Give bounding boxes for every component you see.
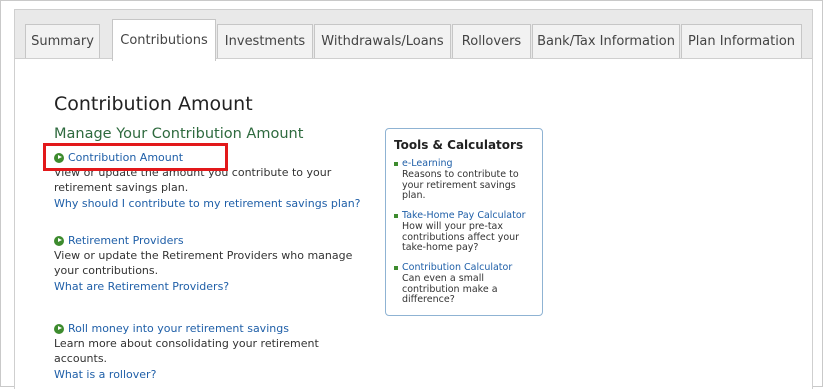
retirement-providers-link[interactable]: Retirement Providers [68,233,184,248]
app-frame: Summary Contributions Investments Withdr… [0,0,823,389]
arrow-bullet-icon [54,235,64,246]
tab-investments[interactable]: Investments [217,24,313,58]
rollover-description: Learn more about consolidating your reti… [54,337,319,366]
page-title: Contribution Amount [54,93,253,115]
e-learning-link[interactable]: e-Learning [402,158,453,169]
bullet-square-icon [394,161,398,166]
tab-bank-tax-information[interactable]: Bank/Tax Information [532,24,680,58]
roll-money-link[interactable]: Roll money into your retirement savings [68,321,289,336]
tools-title: Tools & Calculators [394,138,524,152]
tool-item: Contribution Calculator Can even a small… [394,262,538,306]
tab-bar: Summary Contributions Investments Withdr… [14,9,813,61]
tab-plan-information[interactable]: Plan Information [681,24,802,58]
tab-rollovers[interactable]: Rollovers [452,24,531,58]
retirement-providers-section: Retirement Providers View or update the … [54,233,354,294]
tab-contributions[interactable]: Contributions [112,19,216,61]
what-are-providers-link[interactable]: What are Retirement Providers? [54,279,354,294]
highlight-box [43,143,228,171]
take-home-pay-calculator-link[interactable]: Take-Home Pay Calculator [402,210,526,221]
tool-description: How will your pre-tax contributions affe… [402,220,520,254]
tab-summary[interactable]: Summary [25,24,100,58]
tools-calculators-box: Tools & Calculators e-Learning Reasons t… [385,128,543,316]
rollover-section: Roll money into your retirement savings … [54,321,354,382]
contribution-calculator-link[interactable]: Contribution Calculator [402,262,512,273]
why-contribute-link[interactable]: Why should I contribute to my retirement… [54,196,361,211]
what-is-rollover-link[interactable]: What is a rollover? [54,367,354,382]
tool-description: Reasons to contribute to your retirement… [402,168,519,202]
arrow-bullet-icon [54,323,64,334]
tool-description: Can even a small contribution make a dif… [402,272,498,306]
tool-item: e-Learning Reasons to contribute to your… [394,158,538,202]
tool-item: Take-Home Pay Calculator How will your p… [394,210,538,254]
bullet-square-icon [394,265,398,270]
section-subtitle: Manage Your Contribution Amount [54,126,304,142]
retirement-providers-description: View or update the Retirement Providers … [54,249,353,278]
tab-withdrawals-loans[interactable]: Withdrawals/Loans [314,24,451,58]
bullet-square-icon [394,213,398,218]
